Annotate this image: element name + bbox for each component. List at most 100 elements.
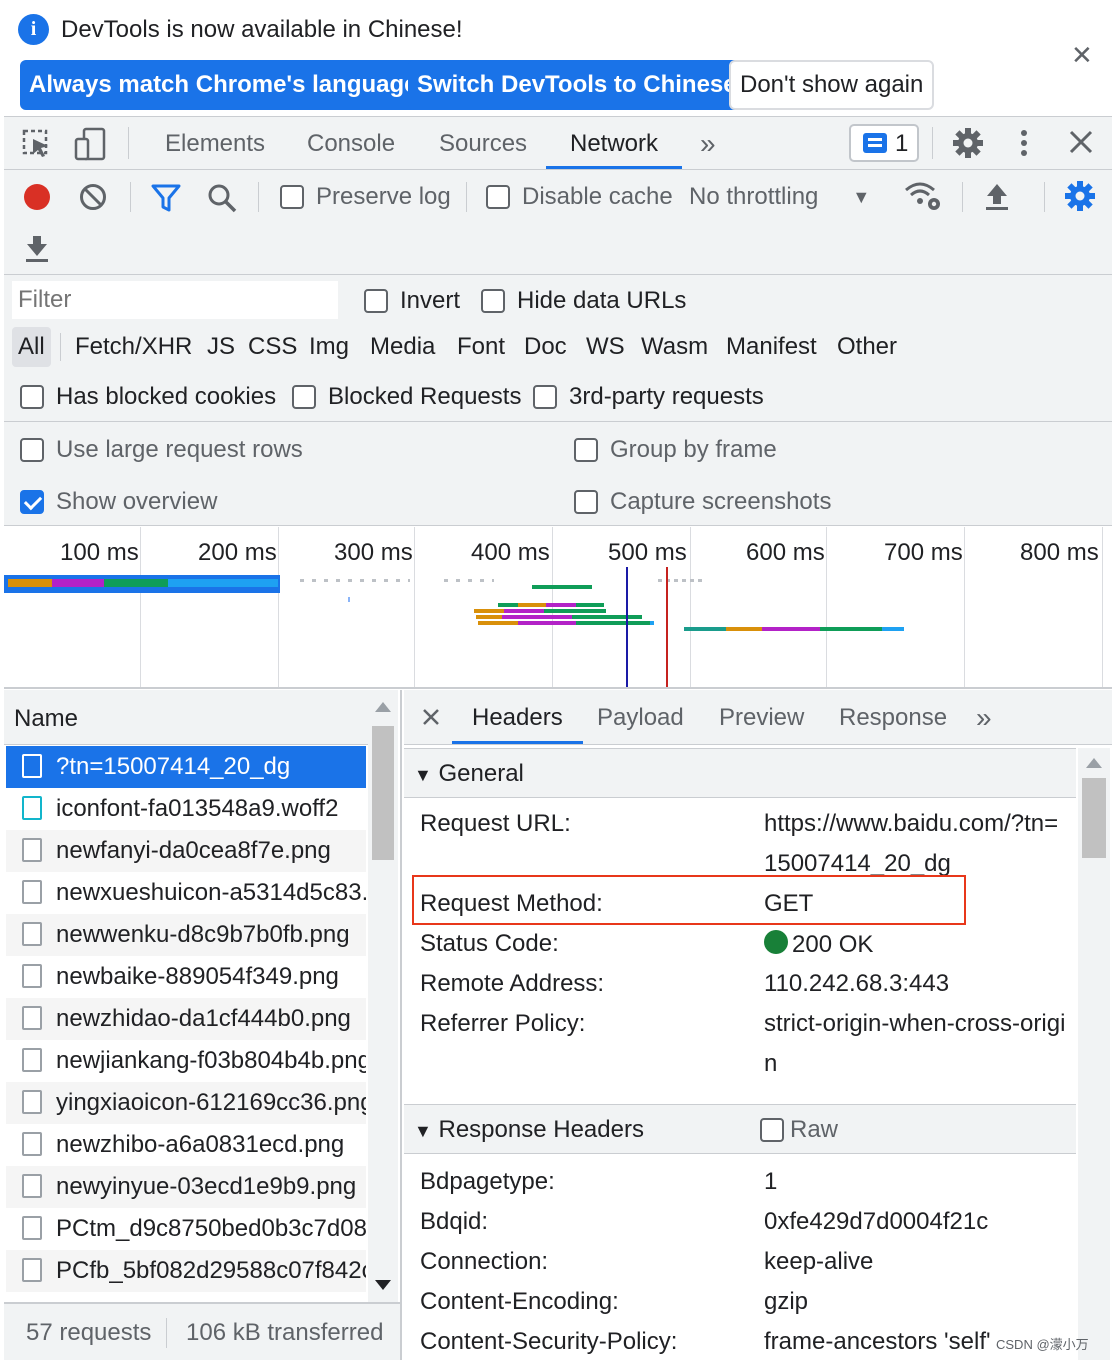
tab-sources[interactable]: Sources xyxy=(439,117,527,169)
tab-console[interactable]: Console xyxy=(307,117,395,169)
tab-payload[interactable]: Payload xyxy=(597,690,684,744)
group-by-frame-checkbox[interactable] xyxy=(574,438,598,462)
transferred-size: 106 kB transferred xyxy=(186,1319,384,1346)
name-column-header[interactable]: Name xyxy=(4,690,368,745)
record-icon[interactable] xyxy=(22,182,52,212)
device-toolbar-icon[interactable] xyxy=(74,127,108,161)
type-filter-img[interactable]: Img xyxy=(309,327,349,367)
scroll-up-arrow-icon[interactable] xyxy=(375,702,391,712)
referrer-policy-value-cont: n xyxy=(764,1050,778,1077)
preserve-log-checkbox[interactable] xyxy=(280,185,304,209)
request-row[interactable]: newzhidao-da1cf444b0.png xyxy=(6,998,366,1040)
tab-network[interactable]: Network xyxy=(546,117,683,169)
raw-toggle[interactable]: Raw xyxy=(760,1105,838,1155)
large-rows-checkbox[interactable] xyxy=(20,438,44,462)
close-devtools-icon[interactable] xyxy=(1068,129,1094,155)
blocked-requests-option[interactable]: Blocked Requests xyxy=(292,383,521,411)
show-overview-option[interactable]: Show overview xyxy=(20,488,217,516)
details-scrollbar[interactable] xyxy=(1078,748,1110,1360)
third-party-option[interactable]: 3rd-party requests xyxy=(533,383,764,411)
tab-elements[interactable]: Elements xyxy=(165,117,265,169)
request-list-scrollbar[interactable] xyxy=(368,690,398,1302)
request-row[interactable]: newyinyue-03ecd1e9b9.png xyxy=(6,1166,366,1208)
dont-show-again-button[interactable]: Don't show again xyxy=(729,60,935,110)
timeline-gridline xyxy=(690,527,691,687)
network-overview-timeline[interactable]: 100 ms 200 ms 300 ms 400 ms 500 ms 600 m… xyxy=(4,527,1112,689)
invert-checkbox[interactable] xyxy=(364,289,388,313)
request-row[interactable]: PCfb_5bf082d29588c07f842cc xyxy=(6,1250,366,1292)
disable-cache-checkbox[interactable] xyxy=(486,185,510,209)
scroll-up-arrow-icon[interactable] xyxy=(1086,758,1102,768)
show-overview-checkbox[interactable] xyxy=(20,490,44,514)
filter-input[interactable] xyxy=(12,281,338,319)
request-row[interactable]: newfanyi-da0cea8f7e.png xyxy=(6,830,366,872)
type-filter-css[interactable]: CSS xyxy=(248,327,297,367)
invert-label: Invert xyxy=(400,287,461,314)
type-filter-all[interactable]: All xyxy=(12,327,51,367)
request-row[interactable]: ?tn=15007414_20_dg xyxy=(6,746,366,788)
more-tabs-icon[interactable]: » xyxy=(700,117,716,169)
issues-counter-button[interactable]: 1 xyxy=(849,124,919,162)
filter-icon[interactable] xyxy=(150,183,182,213)
export-har-icon[interactable] xyxy=(24,234,50,264)
type-filter-fetch-xhr[interactable]: Fetch/XHR xyxy=(75,327,192,367)
throttling-select[interactable]: No throttling ▼ xyxy=(689,183,870,211)
type-filter-ws[interactable]: WS xyxy=(586,327,625,367)
type-filter-manifest[interactable]: Manifest xyxy=(726,327,817,367)
request-row[interactable]: PCtm_d9c8750bed0b3c7d089 xyxy=(6,1208,366,1250)
response-headers-section-header[interactable]: ▼ Response Headers Raw xyxy=(404,1104,1076,1154)
more-details-tabs-icon[interactable]: » xyxy=(976,690,992,744)
request-row[interactable]: newbaike-889054f349.png xyxy=(6,956,366,998)
type-filter-wasm[interactable]: Wasm xyxy=(641,327,708,367)
has-blocked-cookies-option[interactable]: Has blocked cookies xyxy=(20,383,276,411)
close-details-icon[interactable] xyxy=(422,708,440,726)
always-match-language-button[interactable]: Always match Chrome's language xyxy=(20,60,427,110)
capture-screenshots-option[interactable]: Capture screenshots xyxy=(574,488,831,516)
request-row[interactable]: yingxiaoicon-612169cc36.png xyxy=(6,1082,366,1124)
request-row[interactable]: newxueshuicon-a5314d5c83... xyxy=(6,872,366,914)
type-filter-other[interactable]: Other xyxy=(837,327,897,367)
capture-screenshots-checkbox[interactable] xyxy=(574,490,598,514)
request-row[interactable]: newjiankang-f03b804b4b.png xyxy=(6,1040,366,1082)
third-party-checkbox[interactable] xyxy=(533,385,557,409)
clear-icon[interactable] xyxy=(78,182,108,212)
blocked-requests-checkbox[interactable] xyxy=(292,385,316,409)
tab-headers[interactable]: Headers xyxy=(452,690,583,744)
invert-option[interactable]: Invert xyxy=(364,287,460,315)
raw-checkbox[interactable] xyxy=(760,1118,784,1142)
scrollbar-thumb[interactable] xyxy=(1082,778,1106,858)
request-row[interactable]: newzhibo-a6a0831ecd.png xyxy=(6,1124,366,1166)
type-filter-doc[interactable]: Doc xyxy=(524,327,567,367)
general-section-header[interactable]: ▼ General xyxy=(404,748,1076,798)
timeline-segment xyxy=(504,609,544,613)
settings-gear-icon[interactable] xyxy=(952,127,984,159)
request-row[interactable]: iconfont-fa013548a9.woff2 xyxy=(6,788,366,830)
tab-response[interactable]: Response xyxy=(839,690,947,744)
scrollbar-thumb[interactable] xyxy=(372,726,394,860)
search-icon[interactable] xyxy=(206,182,238,214)
type-filter-font[interactable]: Font xyxy=(457,327,505,367)
import-har-icon[interactable] xyxy=(984,182,1010,212)
infobar-close-icon[interactable]: ✕ xyxy=(1071,40,1093,71)
type-filter-js[interactable]: JS xyxy=(207,327,235,367)
type-filter-media[interactable]: Media xyxy=(370,327,435,367)
hide-data-urls-checkbox[interactable] xyxy=(481,289,505,313)
disable-cache-option[interactable]: Disable cache xyxy=(486,183,673,211)
hide-data-urls-option[interactable]: Hide data URLs xyxy=(481,287,686,315)
inspect-element-icon[interactable] xyxy=(22,129,52,159)
request-method-label: Request Method: xyxy=(420,890,603,917)
request-name: yingxiaoicon-612169cc36.png xyxy=(56,1089,366,1116)
request-row[interactable]: newwenku-d8c9b7b0fb.png xyxy=(6,914,366,956)
network-conditions-icon[interactable] xyxy=(904,180,944,214)
scroll-down-arrow-icon[interactable] xyxy=(375,1280,391,1290)
switch-to-chinese-button[interactable]: Switch DevTools to Chinese xyxy=(408,60,746,110)
network-settings-icon[interactable] xyxy=(1064,180,1096,212)
large-rows-option[interactable]: Use large request rows xyxy=(20,436,303,464)
timeline-gridline xyxy=(964,527,965,687)
tab-preview[interactable]: Preview xyxy=(719,690,804,744)
group-by-frame-option[interactable]: Group by frame xyxy=(574,436,777,464)
kebab-menu-icon[interactable] xyxy=(1014,127,1034,159)
has-blocked-cookies-checkbox[interactable] xyxy=(20,385,44,409)
timeline-segment xyxy=(168,579,278,587)
preserve-log-option[interactable]: Preserve log xyxy=(280,183,451,211)
